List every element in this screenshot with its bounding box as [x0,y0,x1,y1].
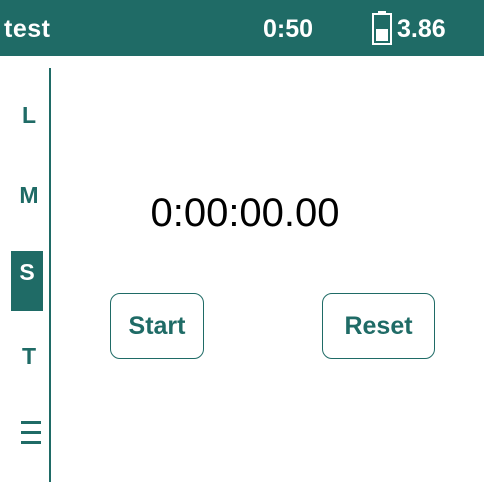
side-item-m[interactable]: M [13,175,45,215]
stopwatch-screen: test 0:50 3.86 L M S T 0:00:00.00 Start … [0,0,484,482]
side-menu-divider [49,68,51,482]
battery-voltage: 3.86 [397,15,446,43]
hamburger-menu-icon[interactable] [19,418,45,446]
start-button[interactable]: Start [110,293,204,359]
side-item-l[interactable]: L [13,95,45,135]
reset-button[interactable]: Reset [322,293,435,359]
clock-time: 0:50 [263,15,314,43]
app-title: test [4,15,51,43]
battery-icon [372,11,392,45]
side-item-t[interactable]: T [13,336,45,376]
stopwatch-display: 0:00:00.00 [150,191,340,235]
status-bar: test 0:50 3.86 [0,0,484,56]
side-item-s[interactable]: S [11,251,43,311]
